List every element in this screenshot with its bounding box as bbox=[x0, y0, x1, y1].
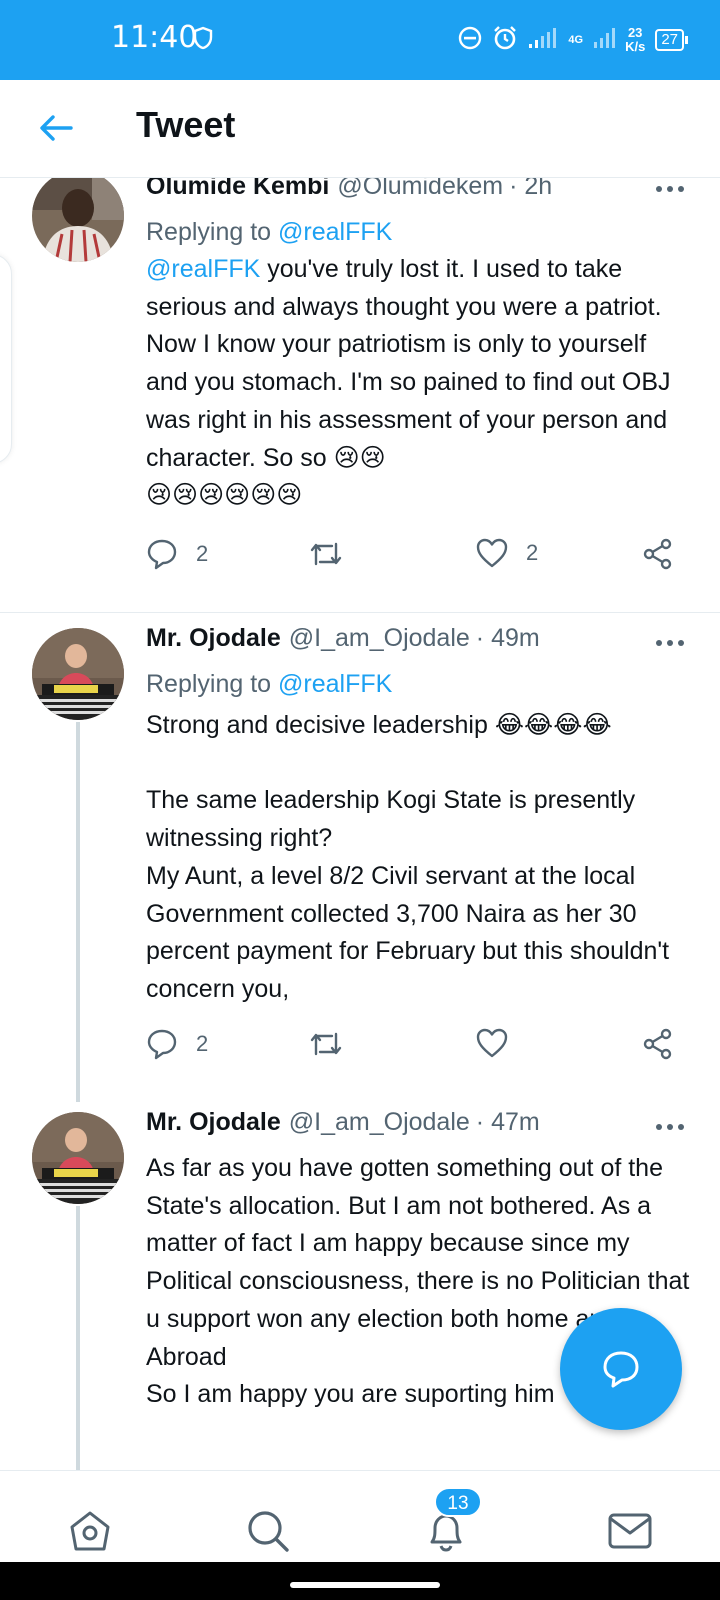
notification-badge: 13 bbox=[434, 1487, 482, 1517]
author-handle[interactable]: @I_am_Ojodale bbox=[289, 624, 470, 653]
reply-icon bbox=[147, 539, 177, 570]
tweet-header: Mr. Ojodale @I_am_Ojodale · 47m bbox=[146, 1108, 680, 1137]
like-button[interactable] bbox=[476, 1028, 508, 1058]
reply-button[interactable]: 2 bbox=[146, 1028, 208, 1060]
tweet-item[interactable]: Mr. Ojodale @I_am_Ojodale · 49m Replying… bbox=[0, 618, 720, 1102]
nav-home[interactable] bbox=[60, 1501, 120, 1561]
page-title: Tweet bbox=[136, 104, 236, 145]
replying-to-mention[interactable]: @realFFK bbox=[278, 218, 392, 246]
more-options-button[interactable] bbox=[656, 640, 684, 646]
author-name[interactable]: Olumide Kembi bbox=[146, 178, 329, 201]
battery-indicator: 27 bbox=[655, 29, 688, 51]
share-icon bbox=[643, 538, 672, 570]
reply-bubble-icon bbox=[603, 1351, 639, 1388]
divider bbox=[0, 612, 720, 613]
replying-to: Replying to @realFFK bbox=[146, 218, 392, 247]
home-icon bbox=[70, 1511, 110, 1551]
tweet-header: Mr. Ojodale @I_am_Ojodale · 49m bbox=[146, 624, 680, 653]
search-icon bbox=[248, 1511, 289, 1552]
author-handle[interactable]: @I_am_Ojodale bbox=[289, 1108, 470, 1137]
share-button[interactable] bbox=[642, 1028, 674, 1060]
dnd-icon bbox=[458, 26, 482, 55]
signal-icon-2 bbox=[593, 26, 616, 55]
tweet-actions: 2 2 bbox=[146, 538, 686, 578]
reply-count: 2 bbox=[196, 1031, 209, 1056]
replying-to-label: Replying to bbox=[146, 218, 272, 246]
side-drawer-handle[interactable] bbox=[0, 254, 12, 464]
app-header: Tweet bbox=[0, 80, 720, 178]
tweet-time: · 49m bbox=[475, 624, 540, 652]
avatar[interactable] bbox=[32, 1112, 124, 1204]
status-bar: 11:40 4G 23 K/s 27 bbox=[0, 0, 720, 80]
signal-icon bbox=[528, 26, 558, 55]
heart-icon bbox=[476, 538, 508, 568]
more-options-button[interactable] bbox=[656, 1124, 684, 1130]
tweet-time: · 2h bbox=[509, 178, 553, 200]
tweet-time: · 47m bbox=[475, 1108, 540, 1136]
thread-line bbox=[76, 722, 80, 1102]
retweet-button[interactable] bbox=[308, 1028, 344, 1060]
tweet-feed[interactable]: Olumide Kembi @Olumidekem · 2h Replying … bbox=[0, 178, 720, 1470]
share-icon bbox=[643, 1028, 672, 1060]
emoji-crying: 😢😢 bbox=[333, 443, 386, 472]
net-speed-unit: K/s bbox=[625, 39, 646, 54]
system-navigation-bar bbox=[0, 1562, 720, 1600]
status-time: 11:40 bbox=[111, 20, 198, 55]
replying-to-label: Replying to bbox=[146, 670, 272, 698]
reply-icon bbox=[147, 1029, 177, 1060]
share-button[interactable] bbox=[642, 538, 674, 570]
emoji-crying-line: 😢😢😢😢😢😢 bbox=[146, 481, 303, 510]
retweet-icon bbox=[310, 1032, 342, 1056]
thread-line bbox=[76, 1206, 80, 1470]
replying-to: Replying to @realFFK bbox=[146, 670, 392, 699]
network-type: 4G bbox=[568, 33, 584, 46]
tweet-body: The same leadership Kogi State is presen… bbox=[146, 786, 670, 1003]
tweet-body-line1: Strong and decisive leadership bbox=[146, 711, 488, 739]
nav-messages[interactable] bbox=[600, 1501, 660, 1561]
avatar[interactable] bbox=[32, 628, 124, 720]
tweet-item[interactable]: Olumide Kembi @Olumidekem · 2h Replying … bbox=[0, 178, 720, 600]
home-gesture-indicator[interactable] bbox=[290, 1582, 440, 1588]
avatar[interactable] bbox=[32, 178, 124, 262]
compose-reply-button[interactable] bbox=[560, 1308, 682, 1430]
heart-icon bbox=[476, 1028, 508, 1058]
status-icons: 4G 23 K/s 27 bbox=[458, 18, 688, 62]
like-button[interactable]: 2 bbox=[476, 538, 538, 568]
like-count: 2 bbox=[526, 540, 539, 565]
retweet-icon bbox=[310, 542, 342, 566]
back-arrow-icon bbox=[40, 115, 73, 141]
author-handle[interactable]: @Olumidekem bbox=[337, 178, 503, 201]
tweet-mention[interactable]: @realFFK bbox=[146, 255, 260, 283]
tweet-body: you've truly lost it. I used to take ser… bbox=[146, 255, 678, 472]
alarm-icon bbox=[492, 25, 518, 56]
replying-to-mention[interactable]: @realFFK bbox=[278, 670, 392, 698]
author-name[interactable]: Mr. Ojodale bbox=[146, 1108, 281, 1137]
net-speed-value: 23 bbox=[627, 25, 643, 40]
retweet-button[interactable] bbox=[308, 538, 344, 570]
reply-count: 2 bbox=[196, 541, 209, 566]
tweet-actions: 2 bbox=[146, 1028, 686, 1068]
emoji-laughing: 😂😂😂😂 bbox=[494, 711, 612, 739]
back-button[interactable] bbox=[36, 108, 76, 148]
nav-search[interactable] bbox=[238, 1501, 298, 1561]
net-speed: 23 K/s bbox=[625, 26, 645, 54]
tweet-text: Strong and decisive leadership 😂😂😂😂 The … bbox=[146, 707, 692, 1009]
shield-icon bbox=[193, 26, 213, 55]
more-options-button[interactable] bbox=[656, 186, 684, 192]
tweet-text: @realFFK you've truly lost it. I used to… bbox=[146, 251, 692, 515]
tweet-header: Olumide Kembi @Olumidekem · 2h bbox=[146, 178, 680, 201]
mail-icon bbox=[608, 1513, 652, 1549]
reply-button[interactable]: 2 bbox=[146, 538, 208, 570]
author-name[interactable]: Mr. Ojodale bbox=[146, 624, 281, 653]
